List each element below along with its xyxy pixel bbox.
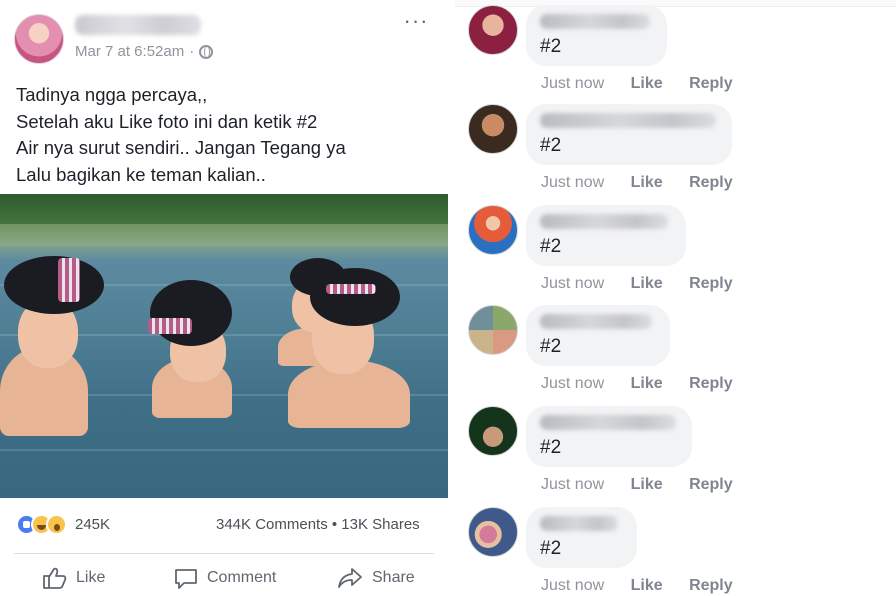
comment-item: #2 Just now Like Reply	[455, 5, 896, 105]
commenter-avatar[interactable]	[468, 5, 518, 55]
comment-time[interactable]: Just now	[541, 476, 604, 493]
comment-text: #2	[540, 135, 562, 156]
reaction-count: 245K	[75, 516, 111, 533]
post-text-line: Air nya surut sendiri.. Jangan Tegang ya	[16, 137, 346, 158]
comment-reply-link[interactable]: Reply	[689, 275, 733, 292]
comment-time[interactable]: Just now	[541, 75, 604, 92]
like-button[interactable]: Like	[42, 566, 105, 590]
commenter-name-blurred[interactable]	[540, 14, 650, 29]
thumbs-up-icon	[43, 567, 67, 589]
post-timestamp[interactable]: Mar 7 at 6:52am	[75, 43, 184, 60]
commenter-avatar[interactable]	[468, 507, 518, 557]
comment-item: #2 Just now Like Reply	[455, 507, 896, 596]
comment-time[interactable]: Just now	[541, 375, 604, 392]
comment-time[interactable]: Just now	[541, 275, 604, 292]
comment-like-link[interactable]: Like	[631, 476, 663, 493]
comment-meta: Just now Like Reply	[541, 75, 755, 93]
comment-text: #2	[540, 236, 562, 257]
comment-reply-link[interactable]: Reply	[689, 375, 733, 392]
comment-item: #2 Just now Like Reply	[455, 205, 896, 305]
comment-text: #2	[540, 437, 562, 458]
comment-meta: Just now Like Reply	[541, 174, 755, 192]
commenter-avatar[interactable]	[468, 205, 518, 255]
comment-like-link[interactable]: Like	[631, 75, 663, 92]
photo-figure	[142, 280, 242, 420]
comment-reply-link[interactable]: Reply	[689, 577, 733, 594]
commenter-name-blurred[interactable]	[540, 214, 668, 229]
photo-figure	[282, 268, 416, 428]
comments-shares-count[interactable]: 344K Comments • 13K Shares	[216, 516, 420, 533]
comment-text: #2	[540, 336, 562, 357]
post-text-line: Setelah aku Like foto ini dan ketik #2	[16, 110, 318, 132]
divider	[14, 553, 434, 554]
comment-text: #2	[540, 538, 562, 559]
comment-reply-link[interactable]: Reply	[689, 75, 733, 92]
comments-list: #2 Just now Like Reply #2 Just now Like …	[455, 0, 896, 596]
commenter-avatar[interactable]	[468, 104, 518, 154]
photo-figure	[0, 246, 110, 436]
comment-meta: Just now Like Reply	[541, 375, 755, 393]
comment-item: #2 Just now Like Reply	[455, 406, 896, 506]
commenter-name-blurred[interactable]	[540, 314, 652, 329]
share-button[interactable]: Share	[336, 566, 415, 590]
comment-time[interactable]: Just now	[541, 577, 604, 594]
comment-meta: Just now Like Reply	[541, 275, 755, 293]
author-name-blurred[interactable]	[75, 15, 201, 35]
comment-bubble[interactable]: #2	[526, 104, 732, 165]
post-photo[interactable]	[0, 194, 448, 498]
comment-meta: Just now Like Reply	[541, 476, 755, 494]
commenter-name-blurred[interactable]	[540, 113, 716, 128]
comment-bubble[interactable]: #2	[526, 5, 667, 66]
facebook-post: Mar 7 at 6:52am · ··· Tadinya ngga perca…	[0, 0, 448, 596]
post-text: Tadinya ngga percaya,, Setelah aku Like …	[16, 82, 436, 188]
comment-reply-link[interactable]: Reply	[689, 174, 733, 191]
wow-reaction-icon	[46, 514, 67, 535]
post-meta: Mar 7 at 6:52am ·	[75, 43, 214, 60]
meta-separator: ·	[189, 43, 195, 60]
commenter-avatar[interactable]	[468, 305, 518, 355]
comment-item: #2 Just now Like Reply	[455, 104, 896, 204]
post-text-line: Tadinya ngga percaya,,	[16, 84, 208, 105]
comment-button-label: Comment	[207, 569, 277, 586]
comment-like-link[interactable]: Like	[631, 174, 663, 191]
comment-bubble[interactable]: #2	[526, 507, 637, 568]
comment-like-link[interactable]: Like	[631, 577, 663, 594]
commenter-name-blurred[interactable]	[540, 415, 676, 430]
reactions-summary[interactable]: 245K	[16, 514, 110, 535]
author-avatar[interactable]	[14, 14, 64, 64]
commenter-name-blurred[interactable]	[540, 516, 618, 531]
post-actions-bar: Like Comment Share	[0, 560, 448, 596]
comment-bubble[interactable]: #2	[526, 305, 670, 366]
commenter-avatar[interactable]	[468, 406, 518, 456]
comment-bubble[interactable]: #2	[526, 406, 692, 467]
comment-like-link[interactable]: Like	[631, 375, 663, 392]
more-options-button[interactable]: ···	[402, 10, 430, 36]
globe-icon	[199, 44, 214, 59]
comment-time[interactable]: Just now	[541, 174, 604, 191]
share-button-label: Share	[372, 569, 415, 586]
comment-item: #2 Just now Like Reply	[455, 305, 896, 405]
like-button-label: Like	[76, 569, 106, 586]
photo-riverbank	[0, 224, 448, 246]
comment-icon	[175, 569, 197, 589]
photo-ripple	[0, 449, 448, 451]
comment-like-link[interactable]: Like	[631, 275, 663, 292]
comment-text: #2	[540, 36, 562, 57]
comment-button[interactable]: Comment	[173, 566, 276, 590]
post-text-line: Lalu bagikan ke teman kalian..	[16, 163, 266, 185]
comment-reply-link[interactable]: Reply	[689, 476, 733, 493]
comment-bubble[interactable]: #2	[526, 205, 686, 266]
share-icon	[338, 568, 362, 588]
comment-meta: Just now Like Reply	[541, 577, 755, 595]
